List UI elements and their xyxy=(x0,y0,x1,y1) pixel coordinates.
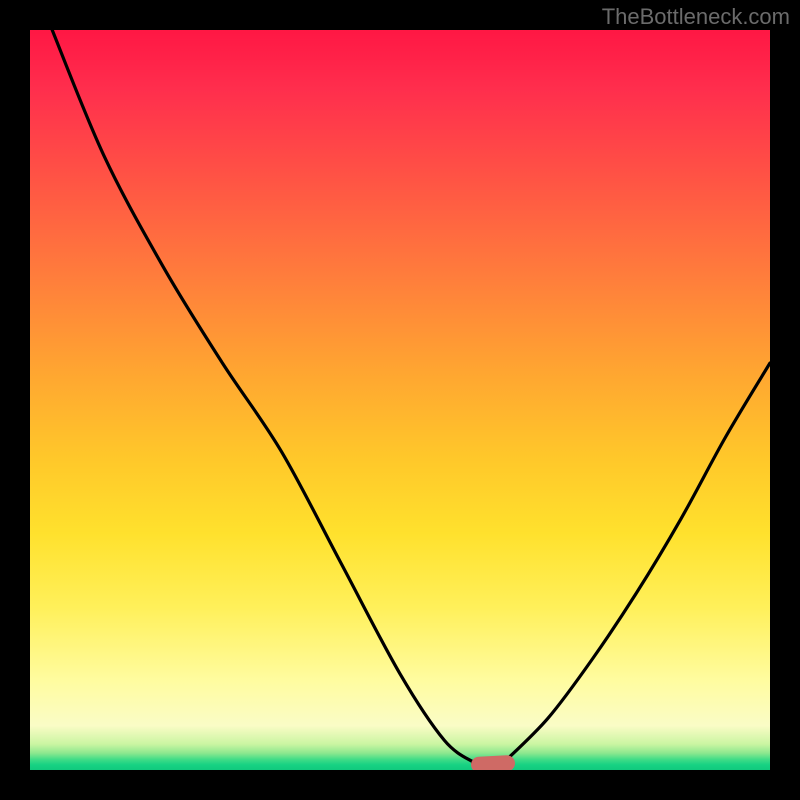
bottleneck-curve xyxy=(30,30,770,770)
curve-path xyxy=(52,30,770,766)
watermark-label: TheBottleneck.com xyxy=(602,4,790,30)
plot-area xyxy=(30,30,770,770)
optimal-point-marker xyxy=(470,755,515,770)
chart-frame: TheBottleneck.com xyxy=(0,0,800,800)
